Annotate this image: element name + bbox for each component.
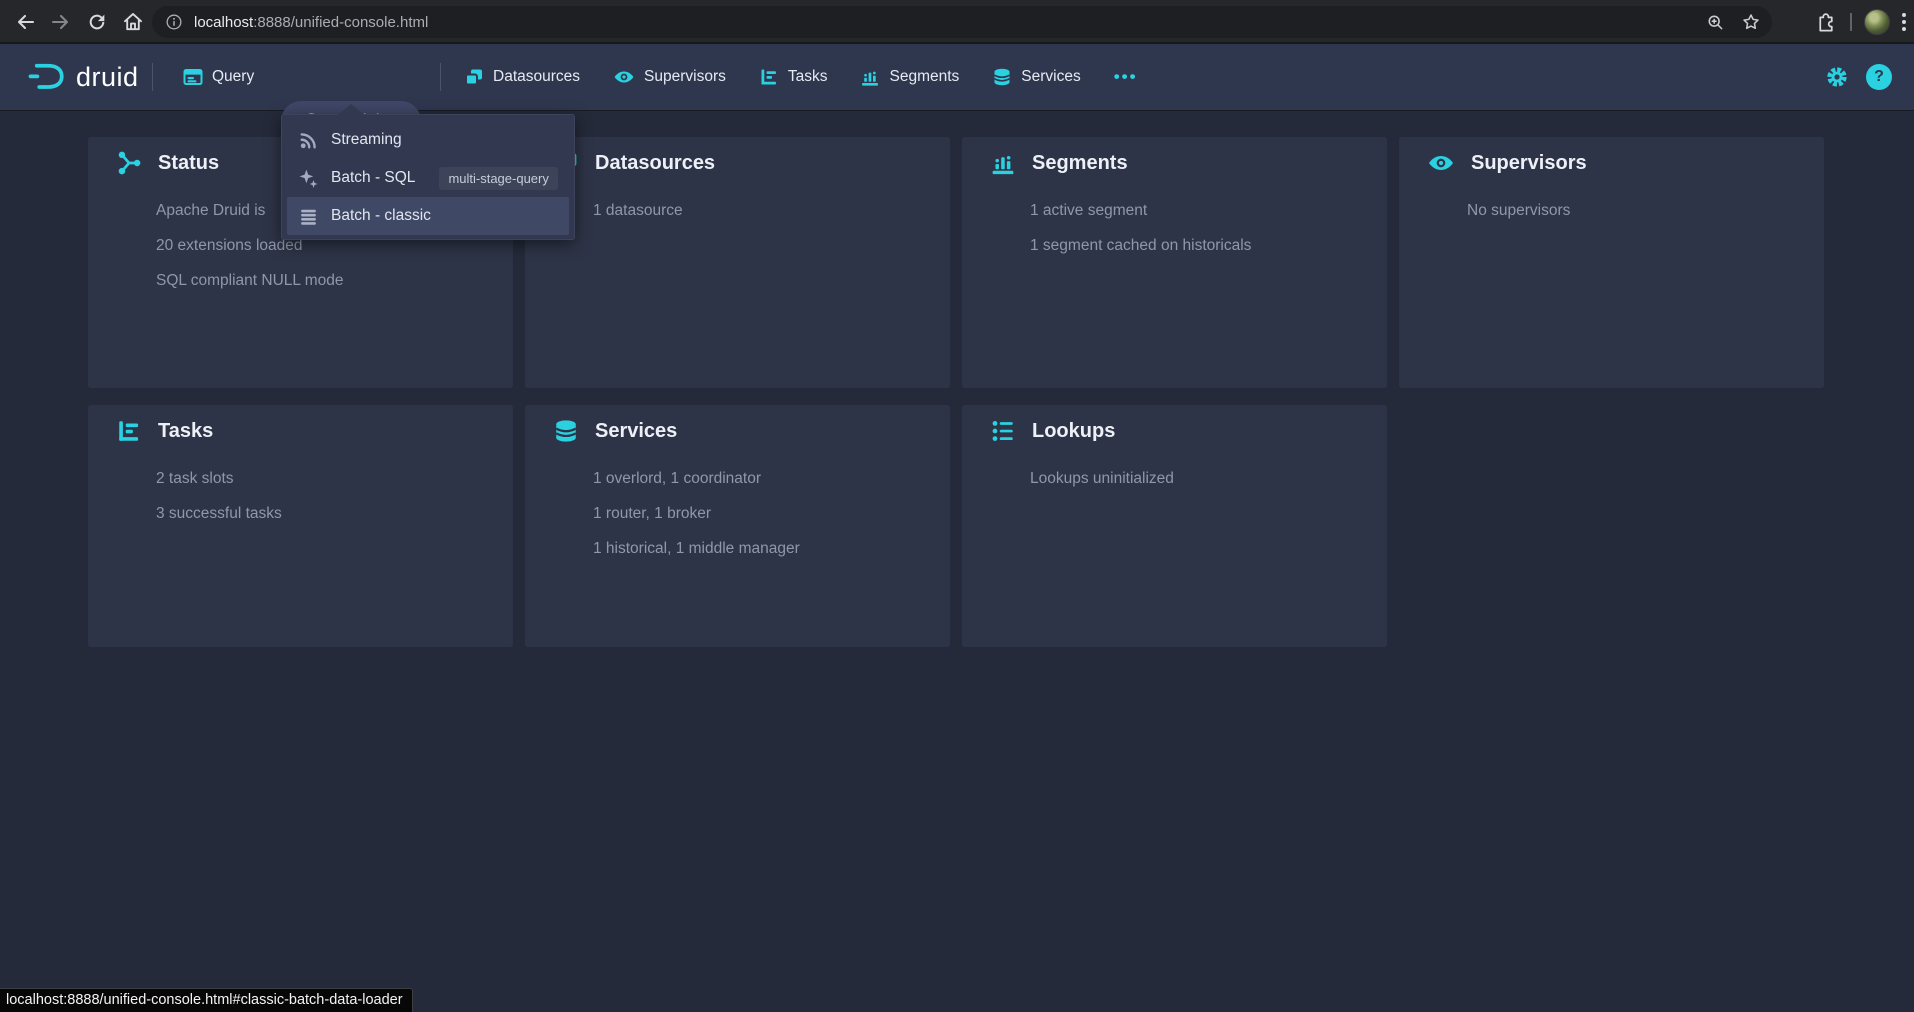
lookups-card[interactable]: Lookups Lookups uninitialized — [962, 405, 1387, 647]
druid-logo[interactable]: druid — [28, 44, 139, 110]
card-line: 2 task slots — [156, 461, 282, 496]
tasks-card[interactable]: Tasks 2 task slots 3 successful tasks — [88, 405, 513, 647]
zoom-icon[interactable] — [1705, 12, 1726, 33]
card-line: 1 historical, 1 middle manager — [593, 531, 800, 566]
layers-icon — [464, 67, 484, 87]
eye-icon — [1427, 150, 1455, 176]
menu-caret — [338, 104, 364, 115]
forward-icon — [49, 10, 73, 34]
toolbar-separator — [1850, 13, 1852, 31]
menu-item-streaming[interactable]: Streaming — [287, 121, 569, 159]
nav-item-label: Datasources — [493, 68, 580, 86]
card-line: 3 successful tasks — [156, 496, 282, 531]
url-path: :8888/unified-console.html — [253, 14, 428, 31]
card-line: SQL compliant NULL mode — [156, 263, 344, 298]
menu-item-batch-sql[interactable]: Batch - SQL multi-stage-query — [287, 159, 569, 197]
card-line: 1 overlord, 1 coordinator — [593, 461, 800, 496]
fork-icon — [116, 150, 142, 176]
eye-icon — [613, 67, 635, 87]
home-button[interactable] — [118, 7, 148, 37]
menu-item-batch-classic[interactable]: Batch - classic — [287, 197, 569, 235]
services-card[interactable]: Services 1 overlord, 1 coordinator 1 rou… — [525, 405, 950, 647]
reload-button[interactable] — [82, 7, 112, 37]
card-title: Status — [158, 152, 219, 175]
card-title: Tasks — [158, 420, 213, 443]
info-icon[interactable] — [164, 12, 184, 32]
nav-item-label: Segments — [889, 68, 959, 86]
card-title: Services — [595, 420, 677, 443]
home-icon — [121, 10, 145, 34]
card-line: 1 router, 1 broker — [593, 496, 800, 531]
bar-chart-icon — [860, 67, 880, 87]
nav-item-query[interactable]: Query — [183, 44, 254, 110]
list-icon — [298, 206, 319, 227]
menu-item-label: Batch - SQL — [331, 169, 415, 187]
card-title: Lookups — [1032, 420, 1115, 443]
profile-avatar[interactable] — [1864, 9, 1890, 35]
database-icon — [553, 418, 579, 444]
back-button[interactable] — [10, 7, 40, 37]
card-line: 1 segment cached on historicals — [1030, 228, 1251, 263]
back-icon — [13, 10, 37, 34]
console-icon — [183, 67, 203, 87]
nav-item-tasks[interactable]: Tasks — [759, 67, 828, 87]
properties-list-icon — [990, 418, 1016, 444]
card-line: 1 datasource — [593, 193, 683, 228]
gantt-icon — [116, 418, 142, 444]
database-icon — [992, 67, 1012, 87]
card-line: No supervisors — [1467, 193, 1570, 228]
nav-item-segments[interactable]: Segments — [860, 67, 959, 87]
settings-gear-icon[interactable] — [1824, 64, 1850, 90]
segments-card[interactable]: Segments 1 active segment 1 segment cach… — [962, 137, 1387, 388]
nav-item-more[interactable]: ••• — [1114, 67, 1138, 87]
star-icon[interactable] — [1740, 11, 1762, 33]
gantt-icon — [759, 67, 779, 87]
link-status-bubble: localhost:8888/unified-console.html#clas… — [0, 988, 413, 1012]
nav-item-label: Query — [212, 68, 254, 86]
supervisors-card[interactable]: Supervisors No supervisors — [1399, 137, 1824, 388]
datasources-card[interactable]: Datasources 1 datasource — [525, 137, 950, 388]
menu-item-label: Batch - classic — [331, 207, 431, 225]
card-title: Supervisors — [1471, 152, 1587, 175]
card-title: Segments — [1032, 152, 1128, 175]
nav-item-supervisors[interactable]: Supervisors — [613, 67, 726, 87]
forward-button[interactable] — [46, 7, 76, 37]
more-icon: ••• — [1114, 67, 1138, 87]
load-data-menu: Streaming Batch - SQL multi-stage-query … — [281, 114, 575, 240]
nav-item-datasources[interactable]: Datasources — [464, 67, 580, 87]
extensions-icon[interactable] — [1815, 11, 1838, 34]
nav-divider — [152, 63, 153, 91]
url-text: localhost:8888/unified-console.html — [194, 14, 428, 31]
reload-icon — [86, 11, 108, 33]
nav-item-label: Supervisors — [644, 68, 726, 86]
druid-header: druid Query Load data Datasources — [0, 44, 1914, 110]
kebab-menu-icon[interactable] — [1902, 13, 1906, 31]
multi-stage-query-tag: multi-stage-query — [439, 167, 557, 190]
nav-item-services[interactable]: Services — [992, 67, 1080, 87]
sparkles-icon — [298, 168, 319, 189]
nav-divider — [440, 63, 441, 91]
segments-chart-icon — [990, 150, 1016, 176]
druid-logo-text: druid — [76, 62, 139, 93]
nav-item-label: Services — [1021, 68, 1080, 86]
menu-item-label: Streaming — [331, 131, 402, 149]
help-icon[interactable]: ? — [1866, 64, 1892, 90]
nav-item-label: Tasks — [788, 68, 828, 86]
druid-logo-icon — [28, 59, 68, 95]
card-line: Lookups uninitialized — [1030, 461, 1174, 496]
card-title: Datasources — [595, 152, 715, 175]
card-line: 1 active segment — [1030, 193, 1251, 228]
browser-toolbar: localhost:8888/unified-console.html — [0, 0, 1914, 44]
url-bar[interactable]: localhost:8888/unified-console.html — [152, 6, 1772, 38]
url-host: localhost — [194, 14, 253, 31]
feed-icon — [298, 130, 319, 151]
